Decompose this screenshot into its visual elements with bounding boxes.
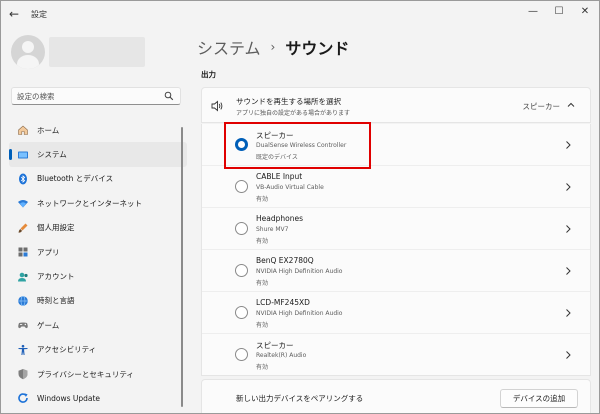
sidebar-item-gaming[interactable]: ゲーム <box>9 313 187 337</box>
output-header-subtitle: アプリに独自の設定がある場合があります <box>236 110 351 117</box>
sidebar-item-label: アクセシビリティ <box>37 345 97 355</box>
output-current-device: スピーカー <box>522 102 561 111</box>
chevron-up-icon[interactable] <box>566 100 576 110</box>
pair-device-row: 新しい出力デバイスをペアリングする デバイスの追加 <box>201 379 591 413</box>
radio-button[interactable] <box>235 180 248 193</box>
section-title-output: 出力 <box>201 70 216 79</box>
system-icon <box>18 151 28 159</box>
wifi-icon <box>18 200 28 208</box>
sidebar-item-accounts[interactable]: アカウント <box>9 264 187 288</box>
sidebar-item-label: ネットワークとインターネット <box>37 198 142 208</box>
device-name: Headphones <box>256 214 303 223</box>
sidebar-item-windows-update[interactable]: Windows Update <box>9 386 187 410</box>
avatar-head-shape <box>22 41 34 53</box>
device-status: 有効 <box>256 364 269 371</box>
sidebar-item-apps[interactable]: アプリ <box>9 240 187 264</box>
radio-button[interactable] <box>235 306 248 319</box>
sidebar-item-label: アカウント <box>37 272 75 282</box>
sidebar-item-label: Windows Update <box>37 393 101 403</box>
sidebar-item-network[interactable]: ネットワークとインターネット <box>9 191 187 215</box>
minimize-button[interactable]: — <box>525 5 541 19</box>
sidebar-item-accessibility[interactable]: アクセシビリティ <box>9 338 187 362</box>
chevron-right-icon[interactable] <box>564 308 572 318</box>
sidebar-item-label: 個人用設定 <box>37 223 75 233</box>
globe-icon <box>18 295 28 307</box>
radio-button[interactable] <box>235 264 248 277</box>
chevron-right-icon[interactable] <box>564 182 572 192</box>
radio-button[interactable] <box>235 348 248 361</box>
sidebar-scrollbar[interactable] <box>181 127 183 407</box>
shield-icon <box>18 369 28 380</box>
bluetooth-icon <box>19 173 27 185</box>
settings-window: ← 設定 — ☐ ✕ ホーム システム <box>0 0 600 414</box>
device-name: BenQ EX2780Q <box>256 256 314 265</box>
brush-icon <box>18 223 28 233</box>
breadcrumb-parent[interactable]: システム <box>197 35 261 59</box>
chevron-right-icon[interactable] <box>564 350 572 360</box>
device-row-headphones[interactable]: Headphones Shure MV7 有効 <box>202 208 590 250</box>
device-row-realtek[interactable]: スピーカー Realtek(R) Audio 有効 <box>202 334 590 376</box>
selection-highlight-box <box>224 122 371 169</box>
device-description: VB-Audio Virtual Cable <box>256 184 324 191</box>
home-icon <box>18 125 28 135</box>
sidebar-item-label: アプリ <box>37 247 60 257</box>
app-title: 設定 <box>31 10 47 19</box>
sidebar-item-label: ゲーム <box>37 320 60 330</box>
user-name-redacted <box>49 37 145 67</box>
update-icon <box>18 393 28 404</box>
search-input[interactable] <box>17 91 157 102</box>
apps-icon <box>18 247 28 257</box>
sidebar-item-label: Bluetooth とデバイス <box>37 174 114 184</box>
device-row-lcd-mf245xd[interactable]: LCD-MF245XD NVIDIA High Definition Audio… <box>202 292 590 334</box>
device-status: 有効 <box>256 196 269 203</box>
device-status: 有効 <box>256 280 269 287</box>
gamepad-icon <box>18 322 28 329</box>
page-title: サウンド <box>285 39 350 58</box>
radio-button[interactable] <box>235 222 248 235</box>
device-name: CABLE Input <box>256 172 303 181</box>
sidebar-item-label: プライバシーとセキュリティ <box>37 369 134 379</box>
device-description: Shure MV7 <box>256 226 289 233</box>
sidebar-item-privacy[interactable]: プライバシーとセキュリティ <box>9 362 187 386</box>
device-description: NVIDIA High Definition Audio <box>256 268 343 275</box>
sidebar-nav: ホーム システム Bluetooth とデバイス ネットワークとインターネット <box>9 118 187 411</box>
sidebar-item-time-language[interactable]: 時刻と言語 <box>9 289 187 313</box>
search-icon[interactable] <box>164 91 174 101</box>
add-device-button[interactable]: デバイスの追加 <box>500 389 578 408</box>
output-selector-header[interactable]: サウンドを再生する場所を選択 アプリに独自の設定がある場合があります スピーカー <box>201 87 591 123</box>
device-description: NVIDIA High Definition Audio <box>256 310 343 317</box>
sidebar-item-label: システム <box>37 150 67 160</box>
pair-device-text: 新しい出力デバイスをペアリングする <box>236 394 364 403</box>
sidebar-item-system[interactable]: システム <box>9 142 187 167</box>
sidebar-item-bluetooth[interactable]: Bluetooth とデバイス <box>9 167 187 191</box>
account-icon <box>18 272 28 282</box>
chevron-right-icon[interactable] <box>564 224 572 234</box>
title-bar: ← 設定 — ☐ ✕ <box>1 1 599 29</box>
chevron-right-icon[interactable] <box>564 140 572 150</box>
device-description: Realtek(R) Audio <box>256 352 307 359</box>
sidebar-item-label: ホーム <box>37 125 60 135</box>
avatar[interactable] <box>11 35 45 69</box>
device-row-cable-input[interactable]: CABLE Input VB-Audio Virtual Cable 有効 <box>202 166 590 208</box>
maximize-button[interactable]: ☐ <box>551 5 567 19</box>
sidebar-item-personalization[interactable]: 個人用設定 <box>9 216 187 240</box>
device-row-benq[interactable]: BenQ EX2780Q NVIDIA High Definition Audi… <box>202 250 590 292</box>
device-status: 有効 <box>256 238 269 245</box>
close-button[interactable]: ✕ <box>577 5 593 19</box>
breadcrumb: システム › サウンド <box>197 35 349 59</box>
sidebar-item-label: 時刻と言語 <box>37 296 75 306</box>
device-name: スピーカー <box>256 341 294 350</box>
output-header-title: サウンドを再生する場所を選択 <box>236 97 341 106</box>
avatar-body-shape <box>17 55 39 69</box>
device-name: LCD-MF245XD <box>256 298 310 307</box>
chevron-right-icon[interactable] <box>564 266 572 276</box>
device-status: 有効 <box>256 322 269 329</box>
breadcrumb-separator: › <box>270 40 276 54</box>
search-box[interactable] <box>11 87 181 105</box>
sidebar-item-home[interactable]: ホーム <box>9 118 187 142</box>
speaker-icon <box>211 100 223 112</box>
accessibility-icon <box>18 344 28 355</box>
back-button[interactable]: ← <box>9 7 23 21</box>
